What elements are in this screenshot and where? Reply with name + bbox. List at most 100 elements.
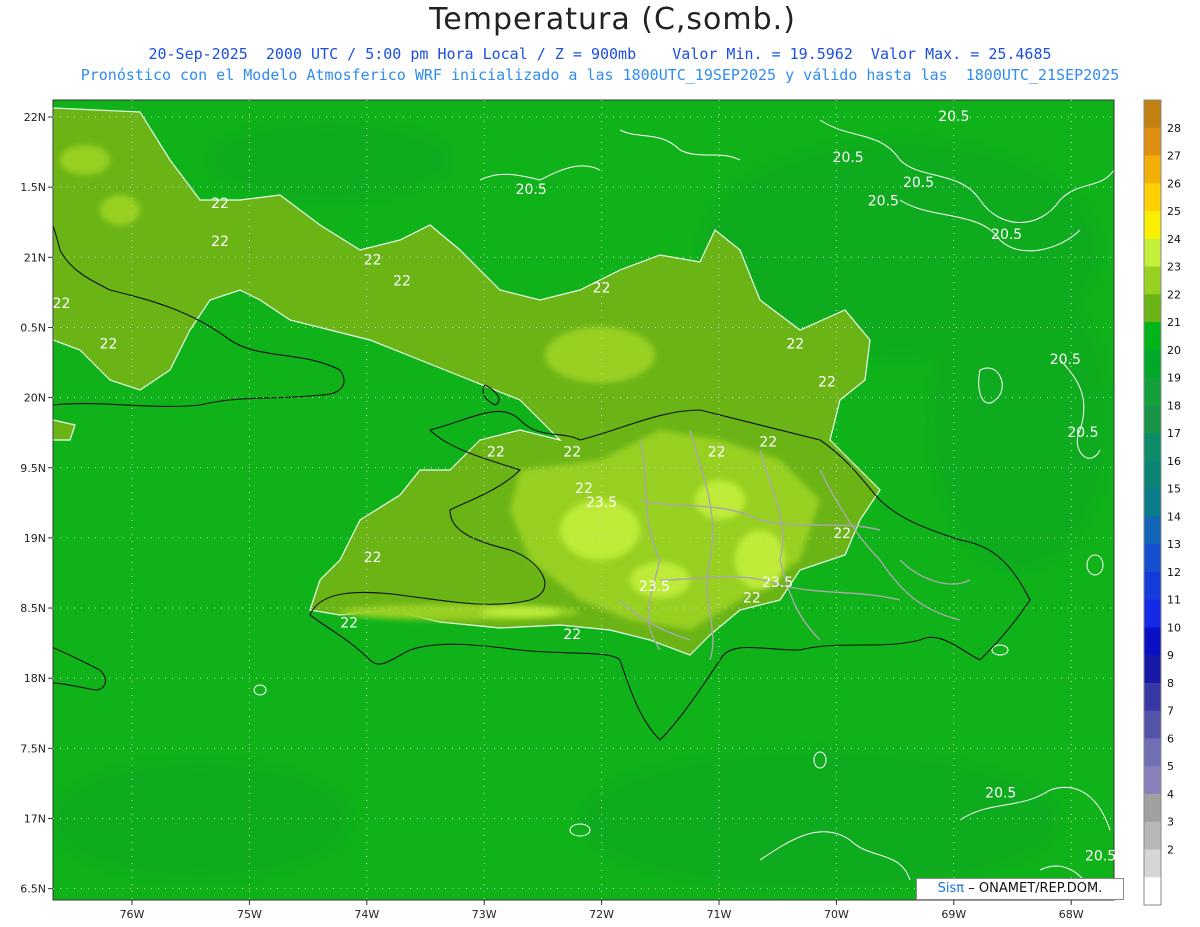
colorbar-label: 21 — [1167, 316, 1181, 329]
colorbar: 2827262524232221201918171615141312111098… — [1143, 99, 1181, 906]
contour-label: 22 — [53, 296, 71, 312]
contour-label: 22 — [833, 526, 851, 542]
lat-tick-label: 8.5N — [20, 602, 46, 615]
contour-label: 22 — [364, 550, 382, 566]
lat-tick-label: 0.5N — [20, 321, 46, 334]
colorbar-label: 27 — [1167, 150, 1181, 163]
lat-tick-label: 9.5N — [20, 462, 46, 475]
credit-sis: Sisπ — [937, 881, 965, 896]
temperature-map: 76W 75W 74W 73W 72W 71W 70W 69W 68W 22N 1.5N 21N 0.5… — [20, 99, 1181, 921]
contour-label: 22 — [743, 590, 761, 606]
colorbar-label: 6 — [1167, 732, 1174, 745]
lat-tick-label: 6.5N — [20, 883, 46, 896]
colorbar-label: 9 — [1167, 649, 1174, 662]
colorbar-swatch — [1144, 322, 1161, 351]
lat-tick-label: 19N — [24, 532, 46, 545]
lat-tick-label: 20N — [24, 392, 46, 405]
lon-tick-label: 74W — [354, 908, 379, 921]
colorbar-swatch — [1144, 183, 1161, 212]
colorbar-label: 22 — [1167, 288, 1181, 301]
colorbar-swatch — [1144, 682, 1161, 712]
contour-label: 20.5 — [991, 227, 1022, 243]
colorbar-swatch — [1144, 377, 1161, 406]
colorbar-label: 2 — [1167, 843, 1174, 856]
colorbar-swatch — [1144, 294, 1161, 323]
contour-label: 22 — [211, 234, 229, 250]
colorbar-swatch — [1144, 710, 1161, 739]
lat-tick-label: 1.5N — [20, 181, 46, 194]
contour-label: 20.5 — [1085, 849, 1116, 865]
colorbar-label: 26 — [1167, 177, 1181, 190]
contour-label: 22 — [759, 435, 777, 451]
lat-tick-label: 22N — [24, 111, 46, 124]
lon-tick-label: 72W — [589, 908, 614, 921]
colorbar-swatch — [1144, 655, 1161, 684]
contour-label: 20.5 — [985, 785, 1016, 801]
colorbar-swatch — [1144, 599, 1161, 628]
colorbar-swatch — [1144, 405, 1161, 434]
contour-label: 20.5 — [868, 193, 899, 209]
contour-label: 23.5 — [762, 575, 793, 591]
lon-tick-label: 76W — [120, 908, 145, 921]
credit-org: – ONAMET/REP.DOM. — [968, 881, 1103, 896]
contour-label: 22 — [593, 280, 611, 296]
colorbar-swatch — [1144, 127, 1161, 157]
colorbar-label: 18 — [1167, 399, 1181, 412]
contour-label: 22 — [211, 196, 229, 212]
colorbar-label: 13 — [1167, 538, 1181, 551]
colorbar-swatch — [1144, 433, 1161, 462]
colorbar-label: 12 — [1167, 566, 1181, 579]
lon-tick-label: 75W — [237, 908, 262, 921]
colorbar-label: 16 — [1167, 455, 1181, 468]
contour-label: 22 — [563, 627, 581, 643]
colorbar-swatch — [1144, 766, 1161, 795]
colorbar-label: 11 — [1167, 594, 1181, 607]
contour-label: 22 — [786, 336, 804, 352]
colorbar-label: 24 — [1167, 233, 1181, 246]
colorbar-swatch — [1144, 516, 1161, 545]
lat-tick-label: 18N — [24, 672, 46, 685]
colorbar-swatch — [1144, 100, 1161, 129]
colorbar-label: 8 — [1167, 677, 1174, 690]
contour-label: 22 — [393, 273, 411, 289]
contour-label: 22 — [364, 252, 382, 268]
colorbar-swatch — [1144, 738, 1161, 767]
contour-label: 20.5 — [903, 175, 934, 191]
contour-label: 20.5 — [938, 109, 969, 125]
colorbar-label: 17 — [1167, 427, 1181, 440]
colorbar-swatch — [1144, 793, 1161, 823]
lon-tick-label: 73W — [472, 908, 497, 921]
colorbar-label: 7 — [1167, 705, 1174, 718]
contour-label: 20.5 — [1067, 425, 1098, 441]
contour-label: 20.5 — [833, 150, 864, 166]
lon-tick-label: 71W — [707, 908, 732, 921]
colorbar-swatch — [1144, 544, 1161, 573]
contour-label: 23.5 — [586, 495, 617, 511]
colorbar-swatch — [1144, 877, 1161, 906]
colorbar-label: 25 — [1167, 205, 1181, 218]
colorbar-label: 14 — [1167, 510, 1181, 523]
colorbar-label: 3 — [1167, 816, 1174, 829]
colorbar-label: 28 — [1167, 122, 1181, 135]
contour-label: 22 — [340, 616, 358, 632]
colorbar-label: 10 — [1167, 621, 1181, 634]
colorbar-swatch — [1144, 266, 1161, 295]
lat-tick-label: 7.5N — [20, 742, 46, 755]
colorbar-swatch — [1144, 627, 1161, 656]
colorbar-label: 5 — [1167, 760, 1174, 773]
colorbar-swatch — [1144, 571, 1161, 601]
lon-tick-label: 69W — [941, 908, 966, 921]
colorbar-label: 20 — [1167, 344, 1181, 357]
colorbar-swatch — [1144, 155, 1161, 184]
lat-tick-label: 17N — [24, 813, 46, 826]
colorbar-swatch — [1144, 238, 1161, 268]
colorbar-swatch — [1144, 821, 1161, 850]
colorbar-swatch — [1144, 211, 1161, 240]
colorbar-swatch — [1144, 488, 1161, 517]
colorbar-label: 19 — [1167, 372, 1181, 385]
colorbar-label: 15 — [1167, 483, 1181, 496]
colorbar-label: 23 — [1167, 261, 1181, 274]
contour-label: 20.5 — [516, 182, 547, 198]
colorbar-swatch — [1144, 460, 1161, 490]
contour-label: 22 — [487, 445, 505, 461]
